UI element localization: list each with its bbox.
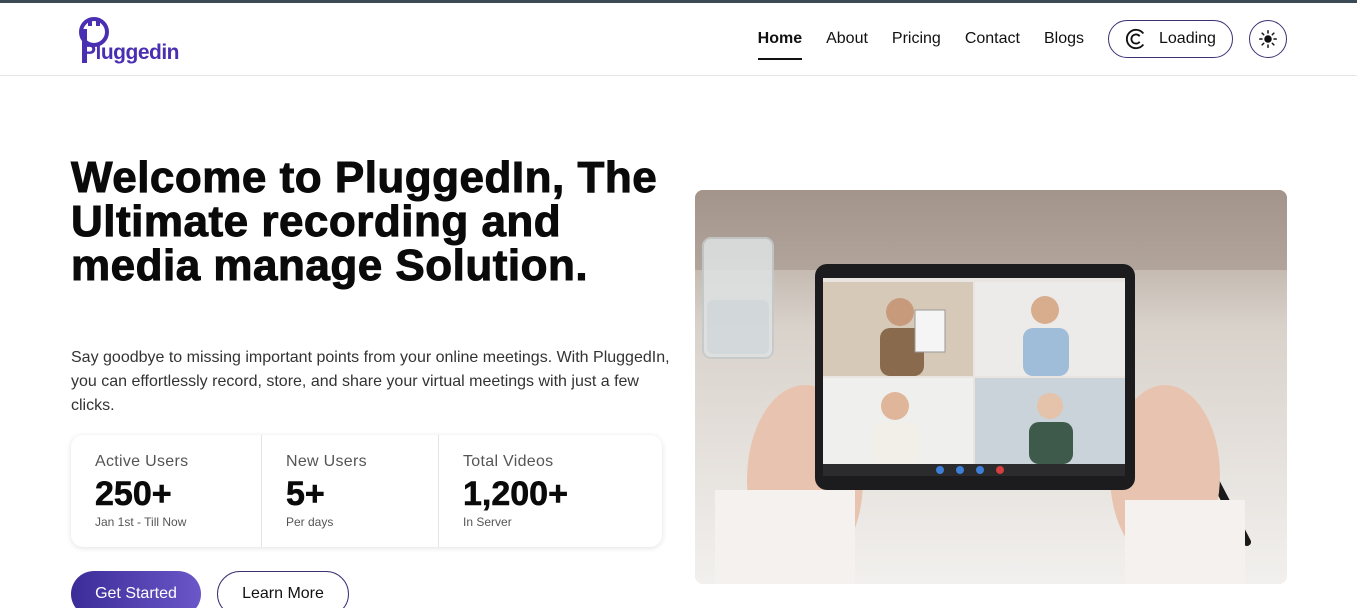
video-call-illustration xyxy=(695,190,1287,584)
stat-value: 250+ xyxy=(95,475,172,514)
stats-card: Active Users 250+ Jan 1st - Till Now New… xyxy=(71,435,662,547)
sun-icon xyxy=(1259,30,1277,48)
learn-more-button[interactable]: Learn More xyxy=(217,571,349,608)
spinner-icon xyxy=(1125,28,1145,50)
site-header: Pluggedin Home About Pricing Contact Blo… xyxy=(0,3,1357,76)
hero-image-video-call-tablet xyxy=(695,190,1287,584)
get-started-button[interactable]: Get Started xyxy=(71,571,201,608)
stat-total-videos: Total Videos 1,200+ In Server xyxy=(439,435,662,547)
stat-sub: Jan 1st - Till Now xyxy=(95,515,187,529)
nav-about[interactable]: About xyxy=(826,19,868,59)
hero-title: Welcome to PluggedIn, The Ultimate recor… xyxy=(71,153,658,290)
stat-sub: In Server xyxy=(463,515,512,529)
nav-contact[interactable]: Contact xyxy=(965,19,1020,59)
loading-button[interactable]: Loading xyxy=(1108,20,1233,58)
nav-home[interactable]: Home xyxy=(757,19,803,60)
stat-value: 1,200+ xyxy=(463,475,569,514)
stat-label: Total Videos xyxy=(463,453,554,470)
brand-logo[interactable]: Pluggedin xyxy=(74,15,184,69)
stat-new-users: New Users 5+ Per days xyxy=(262,435,439,547)
brand-name: Pluggedin xyxy=(82,41,180,64)
stat-active-users: Active Users 250+ Jan 1st - Till Now xyxy=(71,435,262,547)
hero-description: Say goodbye to missing important points … xyxy=(71,349,670,414)
loading-label: Loading xyxy=(1159,30,1216,47)
stat-label: New Users xyxy=(286,453,367,470)
nav-pricing[interactable]: Pricing xyxy=(892,19,941,59)
stat-label: Active Users xyxy=(95,453,189,470)
stat-value: 5+ xyxy=(286,475,325,514)
theme-toggle-button[interactable] xyxy=(1249,20,1287,58)
nav-blogs[interactable]: Blogs xyxy=(1044,19,1084,59)
main-nav: Home About Pricing Contact Blogs Loading xyxy=(734,19,1287,60)
stat-sub: Per days xyxy=(286,515,334,529)
